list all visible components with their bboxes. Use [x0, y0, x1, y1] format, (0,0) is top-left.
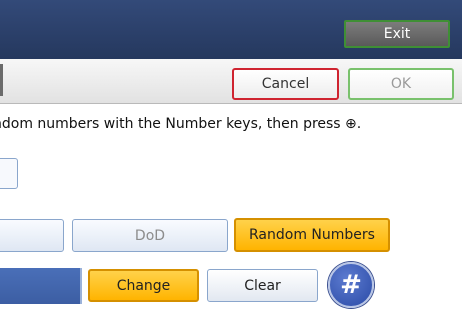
- ok-button-label: OK: [390, 76, 412, 92]
- ok-button[interactable]: OK: [348, 68, 454, 100]
- instruction-text: ndom numbers with the Number keys, then …: [0, 116, 362, 132]
- number-display-field: [0, 268, 82, 304]
- entry-field[interactable]: [0, 158, 18, 189]
- cancel-button-label: Cancel: [261, 76, 310, 92]
- clear-button-label: Clear: [244, 277, 281, 294]
- dod-button-label: DoD: [134, 227, 166, 244]
- random-numbers-button-label: Random Numbers: [249, 227, 375, 243]
- exit-button-label: Exit: [383, 26, 411, 42]
- change-button-label: Change: [116, 277, 171, 294]
- bottom-strip: [0, 316, 462, 329]
- change-button[interactable]: Change: [88, 269, 199, 302]
- exit-button[interactable]: Exit: [344, 20, 450, 48]
- dod-button[interactable]: DoD: [72, 219, 228, 252]
- hash-icon: #: [340, 270, 362, 300]
- hash-key-button[interactable]: #: [328, 262, 374, 308]
- random-numbers-button[interactable]: Random Numbers: [234, 218, 390, 252]
- toolbar-edge-divider: [0, 64, 3, 96]
- clear-button[interactable]: Clear: [207, 269, 318, 302]
- cancel-button[interactable]: Cancel: [232, 68, 339, 100]
- partial-option-button[interactable]: [0, 219, 64, 252]
